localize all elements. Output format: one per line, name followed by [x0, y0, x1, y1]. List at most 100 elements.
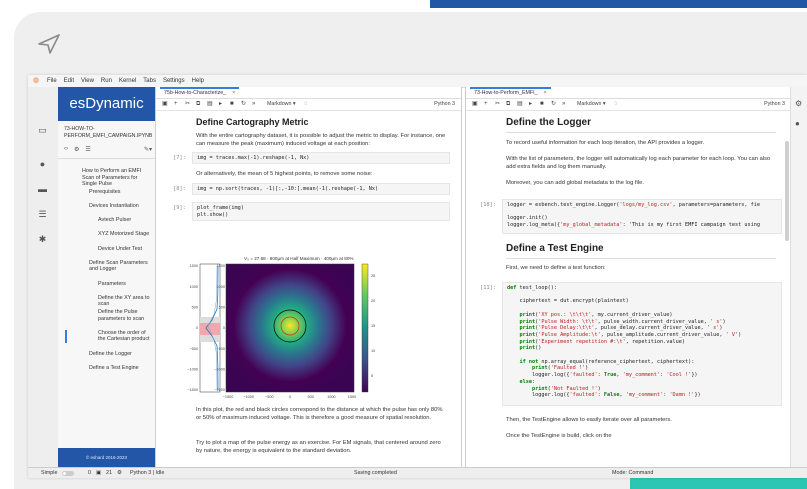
kernel-settings-icon: ⚙ — [117, 470, 122, 476]
close-icon[interactable]: × — [232, 90, 235, 96]
code-cell[interactable]: logger = esbench.test_engine.Logger('log… — [502, 199, 782, 234]
menu-file[interactable]: File — [47, 78, 57, 84]
x-tick-label: 1000 — [327, 395, 335, 399]
restart-icon[interactable]: ↻ — [241, 99, 246, 110]
debugger-icon[interactable]: ● — [795, 119, 800, 128]
git-icon[interactable]: ◌ — [614, 99, 618, 110]
code-line: print('Pulse Width: \t\t', pulse_width.c… — [519, 318, 726, 325]
status-bar: Simple 0 ▣ 21 ⚙ Python 3 | Idle Saving c… — [28, 467, 807, 478]
toc-icon[interactable]: ☰ — [37, 209, 48, 220]
copy-icon[interactable]: ⧉ — [196, 99, 200, 110]
menu-kernel[interactable]: Kernel — [119, 78, 136, 84]
paste-icon[interactable]: ▤ — [207, 99, 213, 110]
simple-mode-label: Simple — [41, 470, 58, 476]
git-icon[interactable]: ◌ — [304, 99, 308, 110]
code-line: logger.init() — [507, 215, 548, 222]
extension-icon[interactable]: ✱ — [37, 234, 48, 245]
save-icon[interactable]: ▣ — [162, 99, 168, 110]
left-notebook-tab[interactable]: 75b-How-to-Characterize_ × — [160, 87, 240, 98]
cell-prompt: [18]: — [480, 202, 496, 208]
toc-item[interactable]: Choose the order of the Cartesian produc… — [98, 330, 150, 343]
paragraph: In this plot, the red and black circles … — [196, 407, 443, 421]
code-cell[interactable]: img = np.sort(traces, -1)[:,-10:].mean(-… — [192, 183, 450, 195]
toc-item[interactable]: Devices Instantiation — [89, 203, 150, 210]
toc-item[interactable]: Define the Pulse parameters to scan — [98, 309, 150, 322]
kernel-name[interactable]: Python 3 — [434, 99, 455, 110]
simple-mode-toggle[interactable] — [62, 471, 74, 476]
run-icon[interactable]: ▸ — [219, 99, 222, 110]
heading-rule — [506, 258, 776, 259]
menu-view[interactable]: View — [81, 78, 94, 84]
scrollbar[interactable] — [785, 141, 789, 241]
code-line: logger.log_meta({'my_global_metadata': '… — [507, 222, 760, 229]
add-cell-icon[interactable]: + — [484, 99, 488, 110]
toc-item[interactable]: Device Under Test — [98, 246, 150, 253]
property-inspector-icon[interactable]: ⚙ — [795, 99, 802, 108]
fast-forward-icon[interactable]: » — [252, 99, 255, 110]
y-tick-label: −1500 — [187, 388, 198, 392]
right-notebook-tab[interactable]: 73-How-to-Perform_EMFI_ × — [470, 87, 551, 98]
paste-icon[interactable]: ▤ — [517, 99, 523, 110]
code-line: plot_frame(img) — [197, 205, 244, 211]
menu-settings[interactable]: Settings — [163, 78, 185, 84]
toc-item[interactable]: Define a Test Engine — [89, 365, 150, 372]
left-notebook-content: Define Cartography Metric With the entir… — [156, 111, 461, 467]
toc-item[interactable]: Prerequisites — [89, 189, 150, 196]
toc-item[interactable]: Define the XY area to scan — [98, 295, 150, 308]
save-icon[interactable]: ▣ — [472, 99, 478, 110]
edit-mode: Mode: Command — [612, 470, 654, 476]
code-cell[interactable]: def test_loop(): ciphertext = dut.encryp… — [502, 282, 782, 406]
toc-item[interactable]: Avtech Pulser — [98, 217, 150, 224]
jupyterlab-window: ◍ File Edit View Run Kernel Tabs Setting… — [28, 75, 807, 478]
copy-icon[interactable]: ⧉ — [506, 99, 510, 110]
menu-run[interactable]: Run — [101, 78, 112, 84]
paragraph: With the entire cartography dataset, it … — [196, 133, 446, 147]
toc-item[interactable]: Define the Logger — [89, 351, 150, 358]
stop-icon[interactable]: ■ — [230, 99, 234, 110]
section-heading: Define the Logger — [506, 117, 592, 128]
cell-type-select[interactable]: Markdown ▾ — [577, 99, 606, 110]
code-line: print() — [519, 345, 542, 352]
x-tick-label: −1500 — [223, 395, 234, 399]
restart-icon[interactable]: ↻ — [551, 99, 556, 110]
folder-icon[interactable]: ▭ — [37, 125, 48, 136]
code-line: img = traces.max(-1).reshape(-1, Nx) — [197, 155, 310, 161]
send-icon — [38, 34, 60, 54]
kernel-status[interactable]: Python 3 | Idle — [130, 468, 164, 478]
close-icon[interactable]: × — [544, 90, 547, 96]
commands-icon[interactable]: ▬ — [37, 184, 48, 195]
run-icon[interactable]: ▸ — [529, 99, 532, 110]
toc-item[interactable]: Parameters — [98, 281, 150, 288]
left-notebook-toolbar: ▣ + ✂ ⧉ ▤ ▸ ■ ↻ » Markdown ▾ ◌ Python 3 — [156, 99, 461, 111]
paragraph: To record useful information for each lo… — [506, 140, 705, 146]
running-icon[interactable]: ● — [37, 159, 48, 170]
cut-icon[interactable]: ✂ — [495, 99, 500, 110]
stop-icon[interactable]: ■ — [540, 99, 544, 110]
terminal-count[interactable]: 0 — [88, 468, 91, 478]
toc-item[interactable]: Define Scan Parameters and Logger — [89, 260, 150, 273]
list-toggle-icon[interactable]: ☰ — [85, 146, 90, 154]
more-icon[interactable]: ✎▾ — [144, 146, 152, 154]
table-of-contents-panel: esDynamic 73-How-to-Perform_EMFI_Campaig… — [58, 87, 156, 467]
heatmap — [225, 263, 355, 393]
number-toggle-icon[interactable]: ⚙ — [74, 146, 79, 154]
fast-forward-icon[interactable]: » — [562, 99, 565, 110]
menu-edit[interactable]: Edit — [64, 78, 74, 84]
cut-icon[interactable]: ✂ — [185, 99, 190, 110]
toc-item[interactable]: How to Perform an EMFI Scan of Parameter… — [82, 168, 150, 188]
cell-type-select[interactable]: Markdown ▾ — [267, 99, 296, 110]
add-cell-icon[interactable]: + — [174, 99, 178, 110]
section-heading: Define a Test Engine — [506, 243, 604, 254]
right-tab-bar: 73-How-to-Perform_EMFI_ × — [466, 87, 791, 99]
tab-label: 75b-How-to-Characterize_ — [164, 90, 227, 96]
code-toggle-icon[interactable]: ‹› — [64, 146, 68, 154]
code-cell[interactable]: plot_frame(img) plt.show() — [192, 202, 450, 221]
toc-item[interactable]: XYZ Motorized Stage — [98, 231, 150, 238]
kernel-count[interactable]: 21 — [106, 468, 112, 478]
menu-help[interactable]: Help — [192, 78, 204, 84]
code-cell[interactable]: img = traces.max(-1).reshape(-1, Nx) — [192, 152, 450, 164]
colorbar-tick-label: 10 — [371, 349, 375, 353]
kernel-name[interactable]: Python 3 — [764, 99, 785, 110]
menu-tabs[interactable]: Tabs — [143, 78, 156, 84]
left-notebook-panel: 75b-How-to-Characterize_ × ▣ + ✂ ⧉ ▤ ▸ ■ … — [156, 87, 462, 467]
